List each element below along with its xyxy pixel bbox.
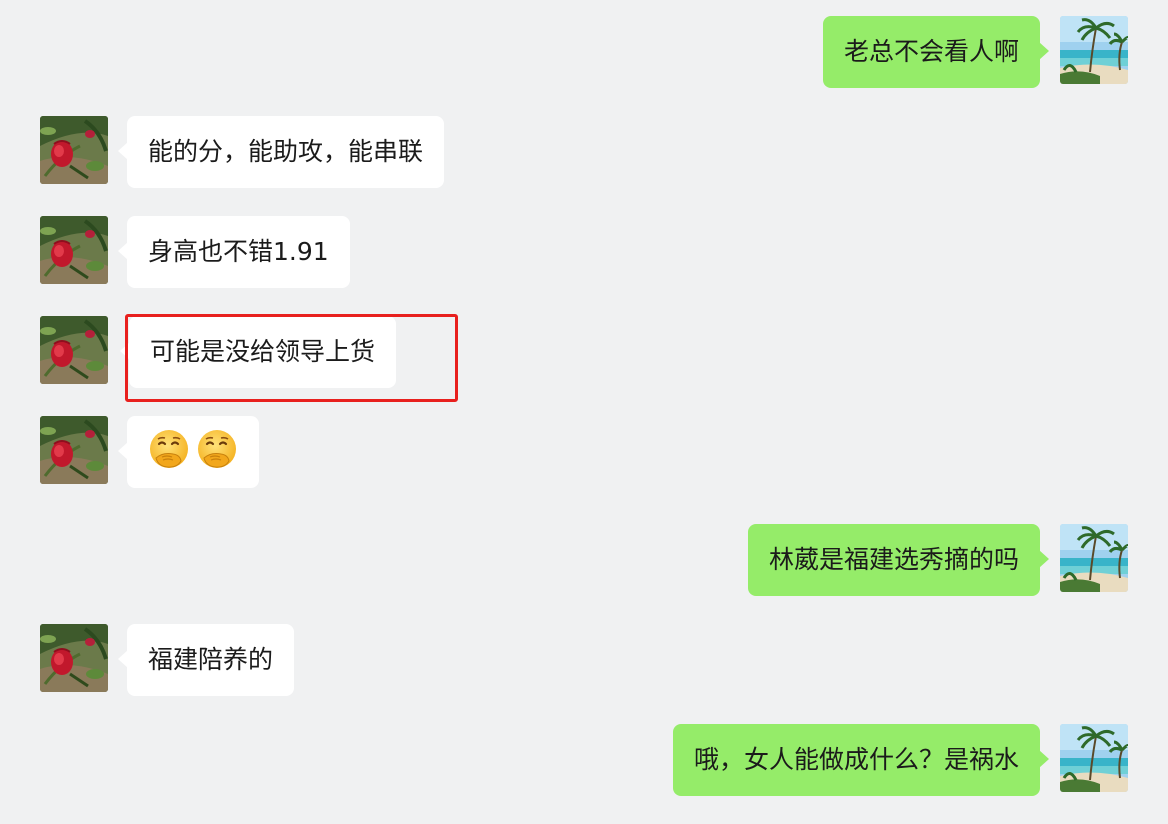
- red-highlight-box: [125, 314, 458, 402]
- message-row-received: [0, 416, 1168, 496]
- message-row-received: 福建陪养的: [0, 624, 1168, 704]
- my-avatar[interactable]: [1060, 524, 1128, 592]
- message-bubble-received[interactable]: 能的分，能助攻，能串联: [117, 116, 445, 188]
- message-bubble-sent[interactable]: 林葳是福建选秀摘的吗: [747, 524, 1050, 596]
- message-bubble-sent[interactable]: 老总不会看人啊: [822, 16, 1050, 88]
- message-row-received: 能的分，能助攻，能串联: [0, 116, 1168, 196]
- rose-avatar-image: [40, 116, 108, 184]
- hand-over-mouth-emoji: [147, 428, 191, 472]
- rose-avatar-image: [40, 416, 108, 484]
- message-bubble-sent[interactable]: 哦，女人能做成什么？是祸水: [672, 724, 1050, 796]
- contact-avatar[interactable]: [40, 116, 108, 184]
- message-bubble-received[interactable]: 身高也不错1.91: [118, 216, 350, 288]
- contact-avatar[interactable]: [40, 316, 108, 384]
- beach-avatar-image: [1060, 724, 1128, 792]
- message-row-received: 身高也不错1.91: [0, 216, 1168, 296]
- my-avatar[interactable]: [1060, 16, 1128, 84]
- message-bubble-received[interactable]: [118, 416, 259, 488]
- message-row-sent: 林葳是福建选秀摘的吗: [0, 524, 1168, 604]
- rose-avatar-image: [40, 216, 108, 284]
- message-row-sent: 老总不会看人啊: [0, 16, 1168, 96]
- hand-over-mouth-emoji: [195, 428, 239, 472]
- rose-avatar-image: [40, 624, 108, 692]
- message-row-sent: 哦，女人能做成什么？是祸水: [0, 724, 1168, 804]
- rose-avatar-image: [40, 316, 108, 384]
- beach-avatar-image: [1060, 16, 1128, 84]
- contact-avatar[interactable]: [40, 216, 108, 284]
- message-bubble-received[interactable]: 福建陪养的: [117, 624, 295, 696]
- my-avatar[interactable]: [1060, 724, 1128, 792]
- contact-avatar[interactable]: [40, 416, 108, 484]
- contact-avatar[interactable]: [40, 624, 108, 692]
- beach-avatar-image: [1060, 524, 1128, 592]
- chat-window: 老总不会看人啊 能的分，能助攻，能串联 身高也不错1.91 可能是没给领导上货: [0, 0, 1168, 824]
